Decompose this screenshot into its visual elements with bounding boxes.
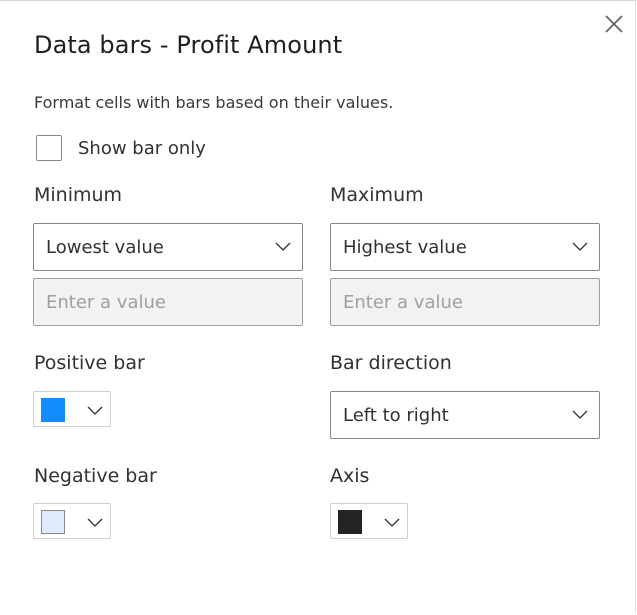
positive-bar-color-picker[interactable] [33,391,111,427]
dialog-description: Format cells with bars based on their va… [34,93,394,112]
maximum-value-input[interactable] [330,278,600,326]
positive-bar-label: Positive bar [34,352,145,374]
maximum-dropdown[interactable]: Highest value [330,223,600,271]
chevron-down-icon [572,242,588,251]
close-icon[interactable] [603,13,625,35]
chevron-down-icon [87,406,103,415]
maximum-label: Maximum [330,184,424,206]
bar-direction-dropdown-value: Left to right [343,404,449,426]
bar-direction-label: Bar direction [330,352,452,374]
negative-bar-color-swatch [41,510,65,534]
negative-bar-color-picker[interactable] [33,503,111,539]
axis-label: Axis [330,465,370,487]
axis-color-swatch [338,510,362,534]
positive-bar-color-swatch [41,398,65,422]
show-bar-only-label: Show bar only [78,137,206,159]
bar-direction-dropdown[interactable]: Left to right [330,391,600,439]
minimum-dropdown[interactable]: Lowest value [33,223,303,271]
axis-color-picker[interactable] [330,503,408,539]
maximum-dropdown-value: Highest value [343,236,467,258]
chevron-down-icon [275,242,291,251]
show-bar-only-checkbox[interactable] [36,135,62,161]
chevron-down-icon [384,518,400,527]
minimum-dropdown-value: Lowest value [46,236,164,258]
chevron-down-icon [87,518,103,527]
chevron-down-icon [572,410,588,419]
data-bars-dialog: Data bars - Profit Amount Format cells w… [0,0,636,614]
show-bar-only-checkbox-row[interactable]: Show bar only [36,135,206,161]
minimum-value-input[interactable] [33,278,303,326]
minimum-label: Minimum [34,184,123,206]
negative-bar-label: Negative bar [34,465,157,487]
dialog-title: Data bars - Profit Amount [34,31,343,59]
